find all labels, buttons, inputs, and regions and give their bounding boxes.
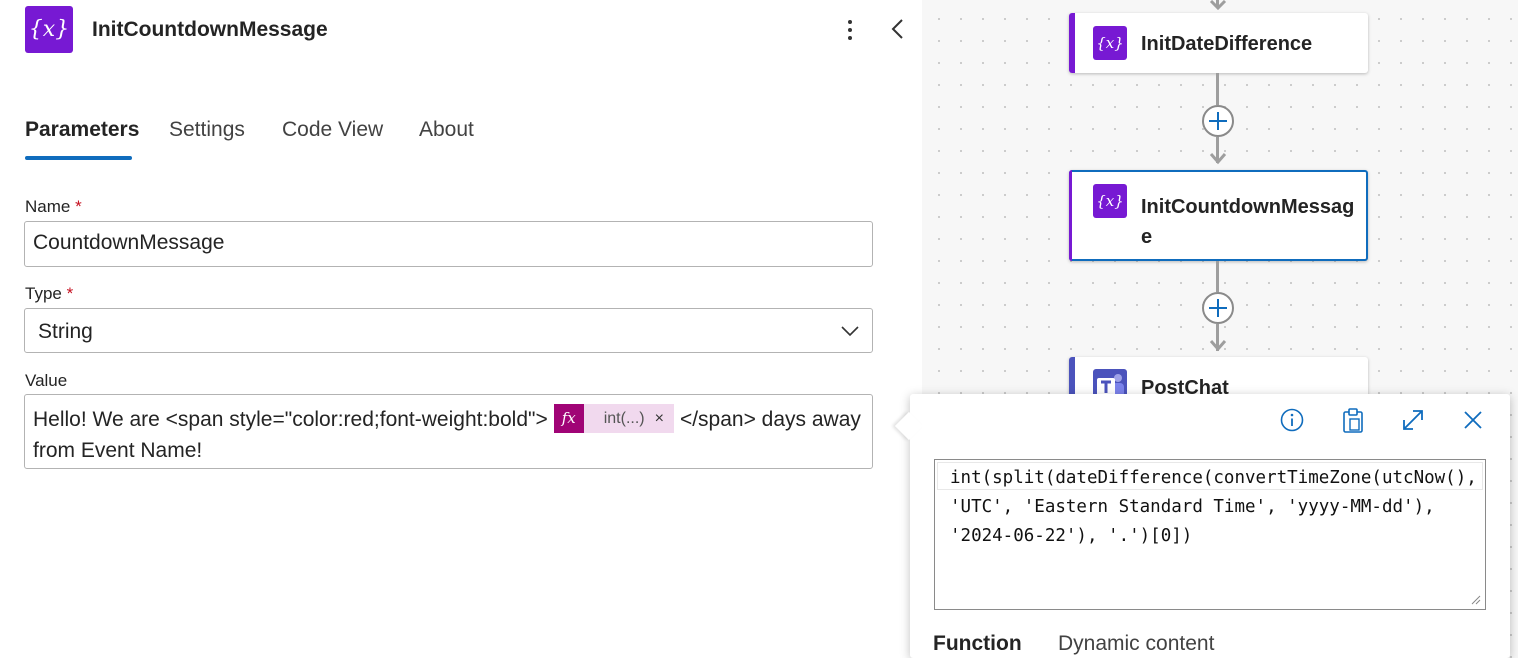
tab-function[interactable]: Function <box>933 632 1022 656</box>
plus-icon <box>1209 112 1227 130</box>
connector-line <box>1216 261 1219 292</box>
tab-settings[interactable]: Settings <box>169 118 245 142</box>
close-icon[interactable] <box>1459 406 1487 434</box>
connector-arrow <box>1209 340 1227 352</box>
fx-icon: fx <box>553 403 584 433</box>
required-mark: * <box>66 284 74 303</box>
name-field[interactable]: CountdownMessage <box>24 221 873 267</box>
connector-arrow <box>1209 153 1227 165</box>
connector-arrow <box>1209 0 1227 10</box>
connector-line <box>1216 73 1219 105</box>
token-label: int(...) <box>603 409 645 427</box>
tab-dynamic-content[interactable]: Dynamic content <box>1058 632 1214 656</box>
node-accent-bar <box>1069 13 1075 73</box>
type-dropdown-value: String <box>38 320 93 343</box>
variable-icon: {x} <box>1093 184 1127 218</box>
plus-icon <box>1209 299 1227 317</box>
expand-icon[interactable] <box>1399 406 1427 434</box>
resize-grip-icon[interactable] <box>1469 593 1481 605</box>
chevron-down-icon <box>841 326 859 337</box>
variable-icon: {x} <box>1093 26 1127 60</box>
name-field-value: CountdownMessage <box>33 231 225 254</box>
type-dropdown[interactable]: String <box>24 308 873 353</box>
variable-icon: {x} <box>25 6 73 53</box>
tab-about[interactable]: About <box>419 118 474 142</box>
value-field[interactable]: Hello! We are <span style="color:red;fon… <box>24 394 873 469</box>
node-accent-bar <box>1069 170 1072 261</box>
name-label-text: Name <box>25 197 71 216</box>
action-details-panel: {x} InitCountdownMessage Parameters Sett… <box>0 0 922 658</box>
tab-parameters[interactable]: Parameters <box>25 118 139 142</box>
flow-node-init-date-difference[interactable]: {x} InitDateDifference <box>1069 13 1368 73</box>
collapse-panel-icon[interactable] <box>885 14 909 44</box>
type-label: Type * <box>25 284 73 304</box>
more-options-icon[interactable] <box>838 15 862 45</box>
expression-token[interactable]: fx int(...) × <box>553 403 674 434</box>
required-mark: * <box>75 197 82 216</box>
value-text-before: Hello! We are <span style="color:red;fon… <box>33 408 548 431</box>
name-label: Name * <box>25 197 82 217</box>
info-icon[interactable] <box>1278 406 1306 434</box>
node-label: InitCountdownMessage <box>1141 196 1355 248</box>
active-tab-indicator <box>25 156 132 160</box>
remove-token-icon[interactable]: × <box>655 403 664 434</box>
tab-code-view[interactable]: Code View <box>282 118 383 142</box>
value-label: Value <box>25 371 68 390</box>
action-title[interactable]: InitCountdownMessage <box>92 18 328 42</box>
expression-editor-popup: int(split(dateDifference(convertTimeZone… <box>894 394 1510 658</box>
type-label-text: Type <box>25 284 62 303</box>
expression-text: int(split(dateDifference(convertTimeZone… <box>950 468 1488 546</box>
node-label: InitDateDifference <box>1141 33 1313 55</box>
clipboard-icon[interactable] <box>1339 406 1367 434</box>
add-step-button[interactable] <box>1202 105 1234 137</box>
expression-input[interactable]: int(split(dateDifference(convertTimeZone… <box>934 459 1486 610</box>
flow-node-init-countdown-message[interactable]: {x} InitCountdownMessage <box>1069 170 1368 261</box>
add-step-button[interactable] <box>1202 292 1234 324</box>
